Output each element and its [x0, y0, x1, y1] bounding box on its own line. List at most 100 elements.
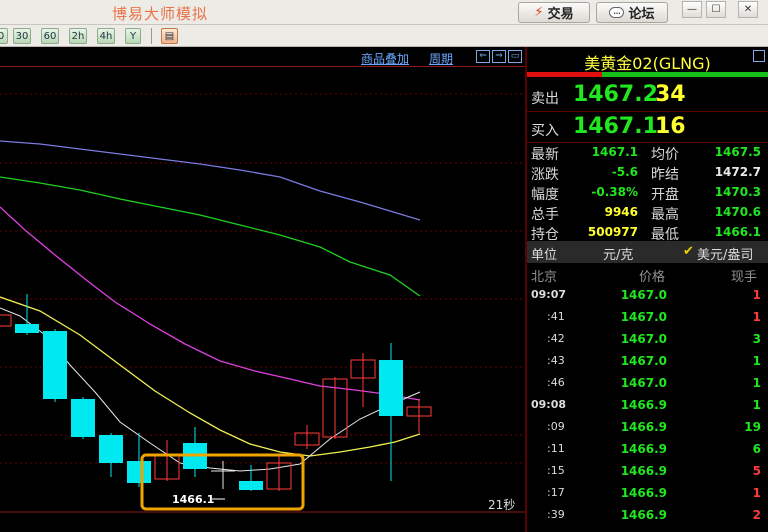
period-button-4h[interactable]: 4h [97, 28, 115, 44]
tick-volume: 1 [752, 486, 761, 500]
stat-value: 1470.6 [714, 205, 761, 219]
bid-volume: 16 [655, 114, 686, 139]
stat-value: 1467.5 [714, 145, 761, 159]
title-bar: 博易大师模拟 ⚡ 交易 … 论坛 — ☐ ✕ [0, 0, 768, 25]
period-button-30[interactable]: 30 [13, 28, 31, 44]
bid-price: 1467.1 [573, 114, 658, 139]
tick-price: 1467.0 [620, 376, 667, 390]
stat-value: 9946 [604, 205, 638, 219]
calendar-icon[interactable]: ▤ [161, 28, 178, 44]
tick-volume: 3 [752, 332, 761, 346]
period-button-60[interactable]: 60 [41, 28, 59, 44]
unit-alt[interactable]: 美元/盎司 [697, 244, 753, 263]
panel-options-icon[interactable] [753, 50, 765, 62]
period-button-0[interactable]: 0 [0, 28, 8, 44]
tick-price: 1467.0 [620, 310, 667, 324]
arrow-right-icon[interactable]: ⇒ [492, 50, 506, 63]
unit-row: 单位 元/克 ✔ 美元/盎司 [527, 241, 768, 263]
tick-price: 1466.9 [620, 486, 667, 500]
tick-row: :42 1467.0 3 [527, 329, 768, 351]
tick-row: :15 1466.9 5 [527, 461, 768, 483]
chat-bubble-icon: … [609, 7, 625, 18]
countdown-label: 21秒 [488, 498, 515, 512]
tick-volume: 19 [744, 420, 761, 434]
checkmark-icon[interactable]: ✔ [683, 244, 694, 259]
period-button-2h[interactable]: 2h [69, 28, 87, 44]
stat-value: -0.38% [591, 185, 638, 199]
low-price-label: 1466.1 [172, 493, 214, 506]
tick-row: :09 1466.9 19 [527, 417, 768, 439]
buy-strength-bar [602, 72, 768, 77]
tick-row: 09:08 1466.9 1 [527, 395, 768, 417]
tick-time: 09:07 [531, 288, 567, 301]
tick-volume: 1 [752, 310, 761, 324]
tick-time: :41 [547, 310, 565, 323]
tick-price: 1467.0 [620, 288, 667, 302]
sell-strength-bar [527, 72, 602, 77]
tick-time: :46 [547, 376, 565, 389]
tick-row: :46 1467.0 1 [527, 373, 768, 395]
candles [0, 294, 432, 491]
lightning-icon: ⚡ [534, 5, 544, 20]
window-icon[interactable]: ▭ [508, 50, 522, 63]
quote-panel: 美黄金02(GLNG) 卖出 1467.2 34 买入 1467.1 16 最新… [527, 47, 768, 532]
stat-value: 1470.3 [714, 185, 761, 199]
bid-row[interactable]: 买入 1467.1 16 [527, 112, 768, 142]
tick-header-time: 北京 [531, 270, 558, 285]
ma60-line [0, 140, 421, 221]
tick-volume: 2 [752, 508, 761, 522]
tick-price: 1467.0 [620, 332, 667, 346]
trade-button-label: 交易 [547, 7, 574, 22]
stat-value: 1467.1 [591, 145, 638, 159]
forum-button[interactable]: … 论坛 [596, 2, 668, 23]
tick-row: :11 1466.9 6 [527, 439, 768, 461]
tick-price: 1466.9 [620, 442, 667, 456]
tick-price: 1466.9 [620, 464, 667, 478]
stat-value: 1472.7 [714, 165, 761, 179]
tick-volume: 6 [752, 442, 761, 456]
tick-price: 1466.9 [620, 508, 667, 522]
kline-chart-panel: 商品叠加 周期 ⇐ ⇒ ▭ 1466.1 21秒 [0, 47, 525, 532]
stat-label: 幅度 [531, 187, 559, 203]
maximize-button[interactable]: ☐ [706, 1, 726, 18]
period-link[interactable]: 周期 [429, 50, 453, 67]
period-button-y[interactable]: Y [125, 28, 141, 44]
stat-label: 涨跌 [531, 167, 559, 183]
ma40-line [0, 176, 421, 297]
tick-time: :42 [547, 332, 565, 345]
divider-line [527, 142, 768, 143]
ask-row[interactable]: 卖出 1467.2 34 [527, 80, 768, 110]
ask-label: 卖出 [531, 91, 559, 107]
tick-header: 北京 价格 现手 [527, 265, 768, 285]
stat-value: -5.6 [611, 165, 638, 179]
tick-row: :43 1467.0 1 [527, 351, 768, 373]
ask-volume: 34 [655, 82, 686, 107]
arrow-left-icon[interactable]: ⇐ [476, 50, 490, 63]
forum-button-label: 论坛 [628, 7, 655, 22]
tick-time: :15 [547, 464, 565, 477]
tick-row: :39 1466.9 2 [527, 505, 768, 527]
tick-header-volume: 现手 [731, 270, 758, 285]
period-toolbar: 0 30 60 2h 4h Y ▤ [0, 25, 768, 47]
contract-title: 美黄金02(GLNG) [584, 54, 711, 73]
stat-label: 总手 [531, 207, 559, 223]
minimize-button[interactable]: — [682, 1, 702, 18]
ask-price: 1467.2 [573, 82, 658, 107]
tick-row: :41 1467.0 1 [527, 307, 768, 329]
tick-time: :39 [547, 508, 565, 521]
tick-row: 09:07 1467.0 1 [527, 285, 768, 307]
unit-label: 单位 [531, 248, 558, 263]
tick-volume: 1 [752, 376, 761, 390]
app-title: 博易大师模拟 [112, 5, 209, 23]
overlay-link[interactable]: 商品叠加 [361, 50, 409, 67]
close-button[interactable]: ✕ [738, 1, 758, 18]
kline-chart[interactable]: 1466.1 21秒 [0, 67, 525, 532]
tick-time: :09 [547, 420, 565, 433]
tick-header-price: 价格 [639, 270, 666, 285]
tick-price: 1466.9 [620, 398, 667, 412]
tick-time: :11 [547, 442, 565, 455]
trade-button[interactable]: ⚡ 交易 [518, 2, 590, 23]
stat-label: 最新 [531, 147, 559, 163]
stat-label: 均价 [651, 147, 679, 163]
chart-header: 商品叠加 周期 ⇐ ⇒ ▭ [0, 47, 525, 67]
